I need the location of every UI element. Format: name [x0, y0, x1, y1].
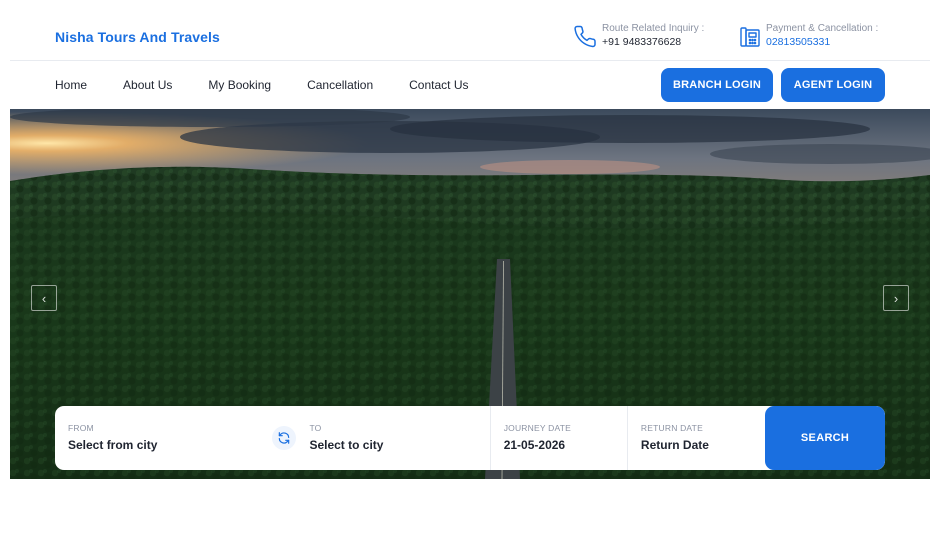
from-label: FROM: [68, 423, 94, 433]
nav-home[interactable]: Home: [55, 78, 87, 92]
to-city-field[interactable]: TO Select to city: [296, 406, 491, 470]
chevron-left-icon: ‹: [41, 290, 47, 306]
hero-banner: ‹ › FROM Select from city TO Select to c…: [10, 109, 930, 479]
payment-cancellation-label: Payment & Cancellation :: [766, 23, 879, 34]
branch-login-button[interactable]: BRANCH LOGIN: [661, 68, 773, 102]
phone-icon: [574, 25, 596, 48]
slider-prev-button[interactable]: ‹: [31, 285, 57, 311]
return-date-field[interactable]: RETURN DATE Return Date: [628, 406, 765, 470]
from-city-input[interactable]: Select from city: [68, 438, 259, 452]
payment-cancellation-contact: Payment & Cancellation : 02813505331: [738, 22, 878, 49]
main-navigation: Home About Us My Booking Cancellation Co…: [10, 62, 930, 109]
return-date-input[interactable]: Return Date: [641, 438, 752, 452]
journey-date-input[interactable]: 21-05-2026: [504, 438, 614, 452]
top-bar: Nisha Tours And Travels Route Related In…: [10, 0, 930, 61]
nav-contact-us[interactable]: Contact Us: [409, 78, 468, 92]
brand-name[interactable]: Nisha Tours And Travels: [55, 29, 220, 45]
slider-next-button[interactable]: ›: [883, 285, 909, 311]
nav-cancellation[interactable]: Cancellation: [307, 78, 373, 92]
swap-icon: [279, 432, 290, 444]
to-label: TO: [309, 423, 322, 433]
journey-date-label: JOURNEY DATE: [503, 423, 571, 433]
return-date-label: RETURN DATE: [640, 423, 703, 433]
chevron-right-icon: ›: [893, 290, 899, 306]
journey-date-field[interactable]: JOURNEY DATE 21-05-2026: [491, 406, 628, 470]
to-city-input[interactable]: Select to city: [309, 438, 476, 452]
route-inquiry-contact: Route Related Inquiry : +91 9483376628: [574, 22, 704, 49]
bus-search-form: FROM Select from city TO Select to city …: [55, 406, 885, 470]
route-inquiry-number[interactable]: +91 9483376628: [602, 35, 704, 49]
payment-cancellation-number[interactable]: 02813505331: [766, 35, 878, 49]
search-button[interactable]: SEARCH: [765, 406, 885, 470]
nav-my-booking[interactable]: My Booking: [208, 78, 271, 92]
agent-login-button[interactable]: AGENT LOGIN: [781, 68, 885, 102]
nav-links: Home About Us My Booking Cancellation Co…: [55, 78, 504, 92]
nav-about-us[interactable]: About Us: [123, 78, 172, 92]
swap-cities-button[interactable]: [272, 426, 297, 450]
from-city-field[interactable]: FROM Select from city: [55, 406, 272, 470]
route-inquiry-label: Route Related Inquiry :: [602, 23, 705, 34]
fax-icon: [740, 27, 760, 47]
